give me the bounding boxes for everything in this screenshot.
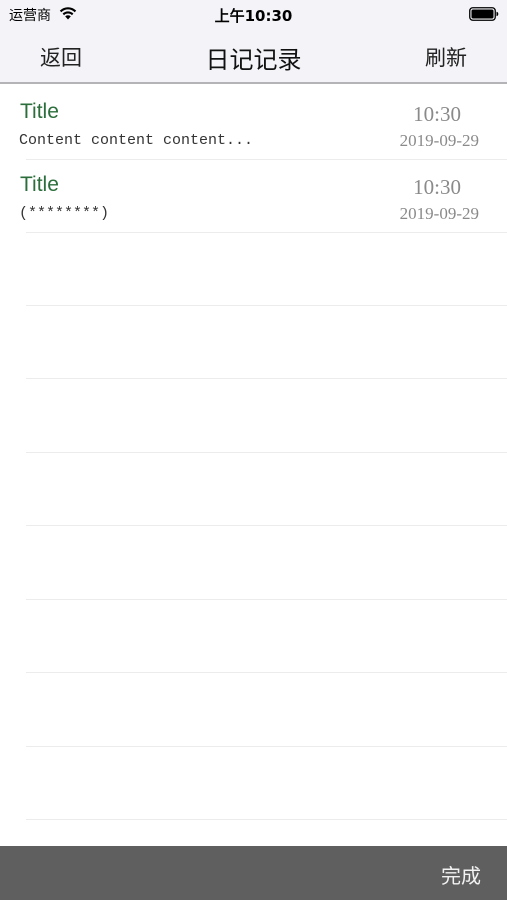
diary-list: Title Content content content... 10:30 2… bbox=[0, 84, 507, 846]
row-separator bbox=[26, 672, 507, 673]
row-separator bbox=[26, 599, 507, 600]
navigation-bar: 返回 日记记录 刷新 bbox=[0, 30, 507, 84]
entry-title: Title bbox=[20, 173, 59, 196]
row-separator bbox=[26, 452, 507, 453]
entry-content: (********) bbox=[19, 205, 110, 222]
entry-date: 2019-09-29 bbox=[399, 131, 479, 150]
bottom-toolbar: 完成 bbox=[0, 846, 507, 900]
status-time: 上午10:30 bbox=[214, 7, 293, 25]
diary-entry[interactable]: Title Content content content... 10:30 2… bbox=[0, 84, 507, 157]
entry-time: 10:30 bbox=[413, 175, 461, 199]
app-screen: 运营商 上午10:30 返回 日记记录 刷新 Title Content con… bbox=[0, 0, 507, 900]
row-separator bbox=[26, 305, 507, 306]
entry-time: 10:30 bbox=[413, 102, 461, 126]
row-separator bbox=[26, 819, 507, 820]
refresh-button[interactable]: 刷新 bbox=[425, 42, 467, 72]
row-separator bbox=[26, 232, 507, 233]
battery-icon bbox=[469, 7, 499, 21]
row-separator bbox=[26, 746, 507, 747]
done-button[interactable]: 完成 bbox=[441, 860, 481, 889]
entry-date: 2019-09-29 bbox=[399, 204, 479, 223]
row-separator bbox=[26, 378, 507, 379]
entry-title: Title bbox=[20, 100, 59, 123]
status-bar: 运营商 上午10:30 bbox=[0, 0, 507, 30]
diary-entry[interactable]: Title (********) 10:30 2019-09-29 bbox=[0, 157, 507, 230]
row-separator bbox=[26, 525, 507, 526]
entry-content: Content content content... bbox=[19, 132, 254, 149]
